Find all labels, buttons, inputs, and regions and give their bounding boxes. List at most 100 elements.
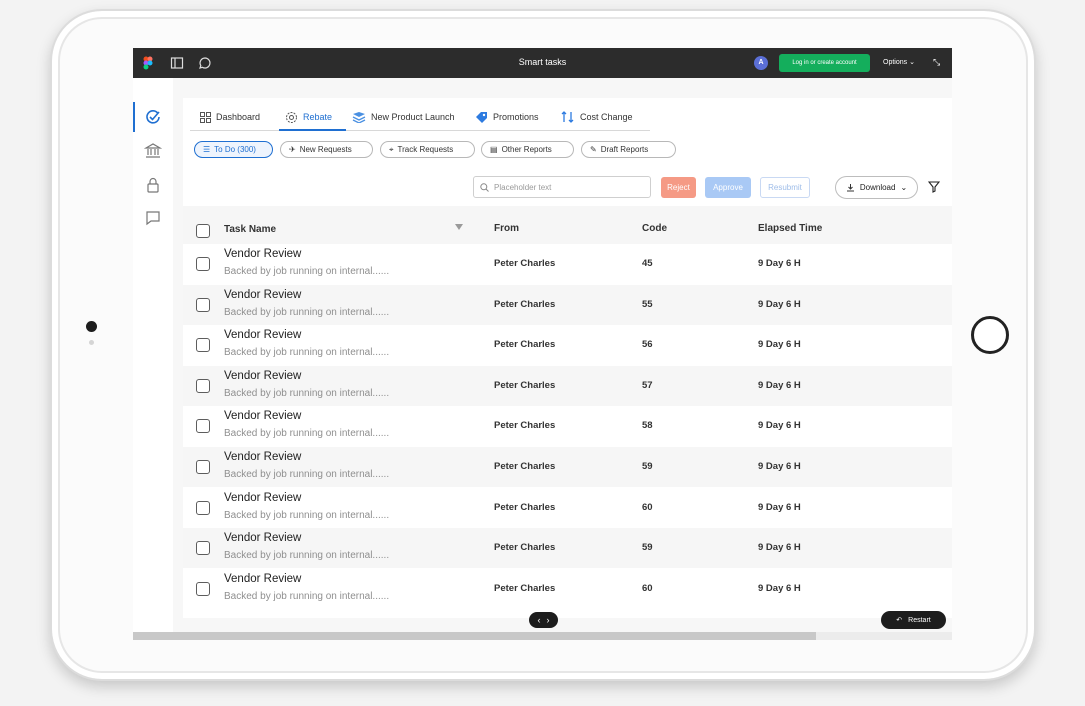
tab-promotions[interactable]: Promotions: [475, 104, 539, 130]
reject-button[interactable]: Reject: [661, 177, 696, 198]
tabs-divider: [190, 130, 650, 131]
tab-label: Promotions: [493, 112, 539, 122]
code-cell: 58: [642, 420, 653, 432]
table-row[interactable]: Vendor Review Backed by job running on in…: [183, 406, 952, 446]
table-row[interactable]: Vendor Review Backed by job running on in…: [183, 528, 952, 569]
task-name[interactable]: Vendor Review: [224, 573, 301, 585]
avatar[interactable]: A: [754, 56, 768, 70]
download-label: Download: [859, 183, 896, 192]
from-cell: Peter Charles: [494, 420, 556, 432]
restart-button[interactable]: ↶ Restart: [881, 611, 946, 629]
search-input[interactable]: Placeholder text: [473, 176, 651, 198]
row-checkbox[interactable]: [196, 378, 210, 393]
tab-new-product-launch[interactable]: New Product Launch: [352, 104, 455, 130]
scrollbar-thumb[interactable]: [133, 632, 816, 640]
download-button[interactable]: Download ⌄: [835, 176, 918, 199]
elapsed-cell: 9 Day 6 H: [758, 339, 801, 351]
row-checkbox[interactable]: [196, 257, 210, 271]
pager-control[interactable]: ‹ ›: [529, 612, 558, 628]
row-checkbox[interactable]: [196, 581, 210, 596]
horizontal-scrollbar[interactable]: [133, 632, 952, 640]
chevron-right-icon[interactable]: ›: [547, 615, 550, 625]
from-cell: Peter Charles: [494, 501, 556, 513]
tab-cost-change[interactable]: Cost Change: [561, 104, 633, 130]
header-from[interactable]: From: [494, 223, 519, 234]
header-task-name[interactable]: Task Name: [224, 224, 276, 235]
chevron-left-icon[interactable]: ‹: [538, 615, 541, 625]
task-name[interactable]: Vendor Review: [224, 248, 301, 260]
table-row[interactable]: Vendor Review Backed by job running on in…: [183, 325, 952, 365]
table-row[interactable]: Vendor Review Backed by job running on in…: [183, 284, 952, 325]
elapsed-cell: 9 Day 6 H: [758, 420, 801, 432]
download-icon: [846, 184, 854, 192]
code-cell: 55: [642, 298, 653, 310]
row-checkbox[interactable]: [196, 338, 210, 353]
row-checkbox[interactable]: [196, 500, 210, 515]
chat-icon[interactable]: [144, 209, 162, 227]
elapsed-cell: 9 Day 6 H: [758, 258, 801, 269]
chip-new-requests[interactable]: ✈ New Requests: [280, 141, 373, 158]
tab-label: New Product Launch: [371, 112, 455, 122]
task-description: Backed by job running on internal......: [224, 387, 390, 399]
chip-draft-reports[interactable]: ✎ Draft Reports: [581, 141, 676, 158]
task-name[interactable]: Vendor Review: [224, 451, 301, 463]
task-description: Backed by job running on internal......: [224, 306, 390, 318]
document-icon: ▤: [490, 145, 498, 154]
header-elapsed-time[interactable]: Elapsed Time: [758, 223, 822, 234]
row-checkbox[interactable]: [196, 297, 210, 312]
tab-dashboard[interactable]: Dashboard: [200, 104, 260, 130]
filter-icon[interactable]: [928, 181, 940, 193]
home-button[interactable]: [971, 316, 1009, 354]
approve-button[interactable]: Approve: [705, 177, 751, 198]
table-row[interactable]: Vendor Review Backed by job running on in…: [183, 488, 952, 528]
app-screen: Smart tasks A Log in or create account O…: [133, 48, 952, 640]
table-row[interactable]: Vendor Review Backed by job running on in…: [183, 244, 952, 284]
elapsed-cell: 9 Day 6 H: [758, 501, 801, 513]
chip-to-do[interactable]: ☰ To Do (300): [194, 141, 273, 158]
options-menu[interactable]: Options ⌄: [883, 58, 915, 66]
task-name[interactable]: Vendor Review: [224, 329, 301, 341]
task-description: Backed by job running on internal......: [224, 428, 390, 440]
chip-label: To Do (300): [214, 145, 256, 154]
lock-icon[interactable]: [144, 176, 162, 194]
sort-down-icon[interactable]: [455, 224, 463, 230]
plane-icon: ✈: [289, 145, 296, 154]
task-name[interactable]: Vendor Review: [224, 492, 301, 504]
row-checkbox[interactable]: [196, 419, 210, 434]
elapsed-cell: 9 Day 6 H: [758, 582, 801, 594]
elapsed-cell: 9 Day 6 H: [758, 298, 801, 310]
task-name[interactable]: Vendor Review: [224, 532, 301, 544]
task-name[interactable]: Vendor Review: [224, 370, 301, 382]
row-checkbox[interactable]: [196, 541, 210, 556]
task-name[interactable]: Vendor Review: [224, 410, 301, 422]
table-row[interactable]: Vendor Review Backed by job running on in…: [183, 569, 952, 609]
chip-track-requests[interactable]: ⌖ Track Requests: [380, 141, 475, 158]
code-cell: 57: [642, 379, 653, 391]
chip-other-reports[interactable]: ▤ Other Reports: [481, 141, 574, 158]
select-all-checkbox[interactable]: [196, 224, 210, 238]
task-description: Backed by job running on internal......: [224, 509, 390, 521]
tasks-check-icon[interactable]: [144, 108, 162, 126]
edit-icon: ✎: [590, 145, 597, 154]
code-cell: 59: [642, 461, 653, 472]
resubmit-button[interactable]: Resubmit: [760, 177, 810, 198]
grid-icon: [200, 111, 211, 123]
row-checkbox[interactable]: [196, 460, 210, 474]
sidenav-active-indicator: [133, 102, 135, 132]
table-row[interactable]: Vendor Review Backed by job running on in…: [183, 447, 952, 487]
header-code[interactable]: Code: [642, 223, 667, 234]
tab-rebate[interactable]: Rebate: [285, 104, 332, 130]
gear-icon: [286, 111, 297, 123]
bank-icon[interactable]: [144, 142, 162, 160]
table-row[interactable]: Vendor Review Backed by job running on in…: [183, 365, 952, 406]
elapsed-cell: 9 Day 6 H: [758, 461, 801, 472]
task-description: Backed by job running on internal......: [224, 347, 390, 359]
chip-label: Draft Reports: [600, 145, 649, 154]
camera-icon: [86, 321, 97, 332]
from-cell: Peter Charles: [494, 582, 556, 594]
from-cell: Peter Charles: [494, 379, 556, 391]
task-name[interactable]: Vendor Review: [224, 289, 301, 301]
collapse-icon[interactable]: ⤡: [933, 57, 940, 68]
login-button[interactable]: Log in or create account: [779, 54, 870, 72]
side-nav: [133, 78, 174, 640]
